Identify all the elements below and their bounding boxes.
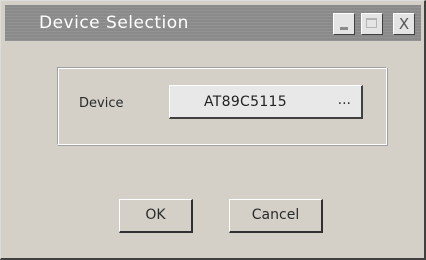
device-selector[interactable]: AT89C5115 ...	[169, 85, 363, 119]
close-button[interactable]: X	[393, 13, 415, 35]
ok-button[interactable]: OK	[119, 199, 193, 233]
minimize-icon	[340, 27, 348, 30]
minimize-button[interactable]	[333, 13, 355, 35]
cancel-button[interactable]: Cancel	[229, 199, 323, 233]
title-bar[interactable]: Device Selection X	[5, 5, 421, 41]
device-selection-dialog: Device Selection X Device AT89C5115 ... …	[0, 0, 426, 260]
window-title: Device Selection	[39, 13, 189, 33]
maximize-icon	[366, 18, 377, 28]
device-value: AT89C5115	[204, 94, 287, 110]
close-icon: X	[398, 15, 410, 33]
device-label: Device	[79, 96, 124, 111]
browse-icon: ...	[337, 92, 351, 108]
maximize-button[interactable]	[361, 13, 383, 35]
